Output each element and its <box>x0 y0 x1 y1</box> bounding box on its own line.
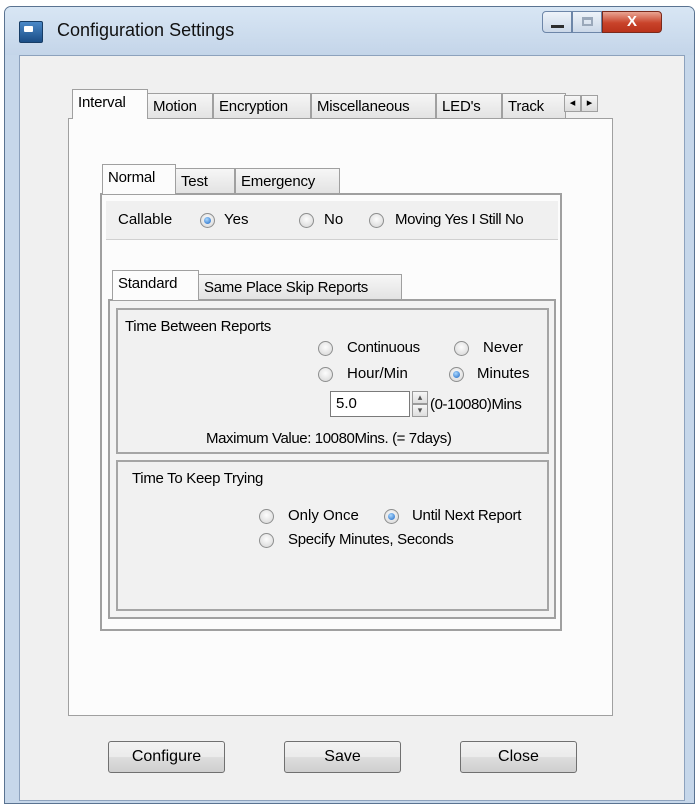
tab-motion[interactable]: Motion <box>147 93 213 118</box>
tab-standard[interactable]: Standard <box>112 270 199 300</box>
tab-emergency[interactable]: Emergency <box>235 168 340 193</box>
spin-up-icon: ▴ <box>417 392 423 402</box>
minutes-radio[interactable] <box>449 367 464 382</box>
tab-same-place-skip-reports[interactable]: Same Place Skip Reports <box>198 274 402 299</box>
only-once-label: Only Once <box>288 507 359 524</box>
callable-no-label: No <box>324 211 344 228</box>
tab-normal[interactable]: Normal <box>102 164 176 194</box>
callable-moving-label: Moving Yes I Still No <box>395 211 524 228</box>
callable-yes-radio[interactable] <box>200 213 215 228</box>
close-button[interactable]: Close <box>460 741 577 773</box>
specify-minutes-seconds-label: Specify Minutes, Seconds <box>288 531 454 548</box>
minutes-label: Minutes <box>477 365 530 382</box>
tab-scroll-right-button[interactable]: ▸ <box>581 95 598 112</box>
callable-label: Callable <box>118 211 173 228</box>
window-title: Configuration Settings <box>57 20 235 40</box>
maximize-icon <box>582 17 593 26</box>
tab-miscellaneous[interactable]: Miscellaneous <box>311 93 436 118</box>
until-next-report-label: Until Next Report <box>412 507 522 524</box>
interval-range-label: (0-10080)Mins <box>430 396 522 413</box>
app-icon <box>19 21 43 43</box>
configuration-window: Configuration Settings X Interval Motion… <box>4 6 695 804</box>
window-client-area: Interval Motion Encryption Miscellaneous… <box>19 55 685 801</box>
time-between-reports-title: Time Between Reports <box>125 318 272 335</box>
spin-up-button[interactable]: ▴ <box>412 391 428 404</box>
never-radio[interactable] <box>454 341 469 356</box>
only-once-radio[interactable] <box>259 509 274 524</box>
continuous-label: Continuous <box>347 339 420 356</box>
until-next-report-radio[interactable] <box>384 509 399 524</box>
tab-encryption[interactable]: Encryption <box>213 93 311 118</box>
tab-scroll-left-button[interactable]: ◂ <box>564 95 581 112</box>
tab-test[interactable]: Test <box>175 168 235 193</box>
callable-moving-radio[interactable] <box>369 213 384 228</box>
spin-down-button[interactable]: ▾ <box>412 404 428 417</box>
specify-minutes-seconds-radio[interactable] <box>259 533 274 548</box>
arrow-right-icon: ▸ <box>586 97 593 109</box>
save-button[interactable]: Save <box>284 741 401 773</box>
configure-button[interactable]: Configure <box>108 741 225 773</box>
tab-interval[interactable]: Interval <box>72 89 148 119</box>
title-bar[interactable]: Configuration Settings X <box>5 7 694 55</box>
close-icon: X <box>626 13 637 30</box>
never-label: Never <box>483 339 524 356</box>
spin-down-icon: ▾ <box>417 405 423 415</box>
minimize-button[interactable] <box>542 11 572 33</box>
hour-min-label: Hour/Min <box>347 365 408 382</box>
arrow-left-icon: ◂ <box>569 97 576 109</box>
maximize-button[interactable] <box>572 11 602 33</box>
callable-no-radio[interactable] <box>299 213 314 228</box>
continuous-radio[interactable] <box>318 341 333 356</box>
close-window-button[interactable]: X <box>602 11 662 33</box>
time-to-keep-trying-title: Time To Keep Trying <box>132 470 264 487</box>
tab-track[interactable]: Track <box>502 93 566 118</box>
interval-minutes-input[interactable]: 5.0 <box>330 391 410 417</box>
minimize-icon <box>551 25 564 28</box>
tab-leds[interactable]: LED's <box>436 93 502 118</box>
hour-min-radio[interactable] <box>318 367 333 382</box>
maximum-value-note: Maximum Value: 10080Mins. (= 7days) <box>206 430 452 447</box>
callable-yes-label: Yes <box>224 211 249 228</box>
